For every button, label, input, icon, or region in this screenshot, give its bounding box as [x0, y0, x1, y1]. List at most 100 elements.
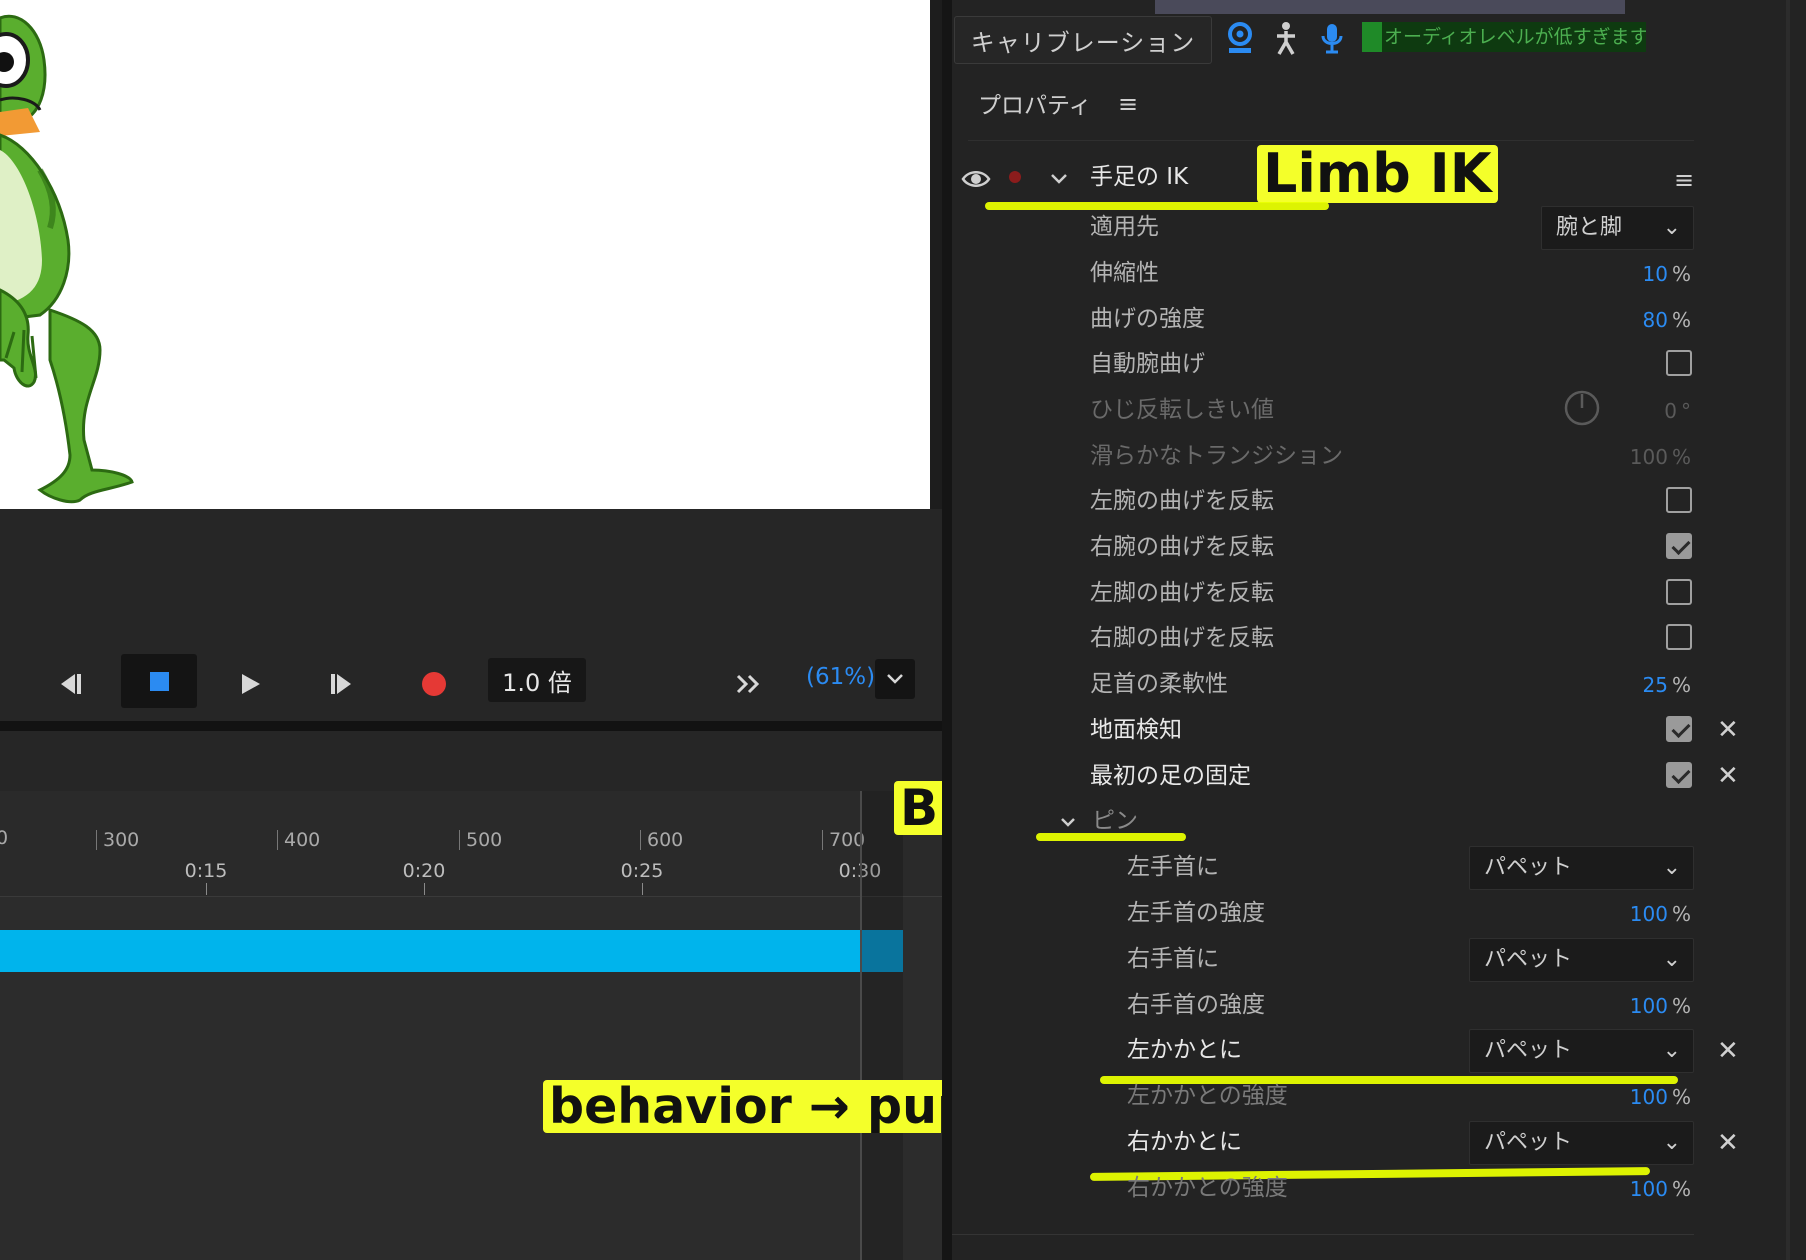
ground-detection-checkbox[interactable] [1666, 716, 1692, 742]
first-foot-lock-label: 最初の足の固定 [1090, 763, 1251, 789]
ground-detection-label: 地面検知 [1090, 717, 1182, 743]
webcam-icon [1228, 22, 1252, 53]
flip-right-leg-label: 右脚の曲げを反転 [1090, 625, 1274, 651]
time-tick [642, 883, 643, 895]
chevron-down-icon [887, 674, 903, 684]
body-tracking-toggle[interactable] [1268, 18, 1304, 58]
panel-splitter[interactable] [942, 0, 952, 1260]
ankle-flexibility-label: 足首の柔軟性 [1090, 671, 1228, 697]
left-wrist-strength-value[interactable]: 100% [1630, 900, 1691, 928]
time-label: 0:20 [402, 860, 446, 882]
elbow-flip-threshold-label: ひじ反転しきい値 [1090, 397, 1274, 423]
panel-scrollbar[interactable] [1786, 0, 1790, 1260]
behavior-title: 手足の IK [1090, 164, 1189, 190]
chevron-down-icon: ⌄ [1662, 215, 1681, 240]
annotation-limb-ik: Limb IK [1257, 145, 1498, 203]
microphone-toggle[interactable] [1314, 18, 1350, 58]
time-tick [424, 883, 425, 895]
elbow-flip-dial[interactable] [1564, 390, 1600, 426]
audio-level-warning: オーディオレベルが低すぎます [1362, 22, 1646, 52]
scene-canvas[interactable] [0, 0, 930, 509]
flip-left-leg-label: 左脚の曲げを反転 [1090, 580, 1274, 606]
elbow-flip-value[interactable]: 0 ° [1664, 397, 1691, 425]
left-heel-strength-value[interactable]: 100% [1630, 1083, 1691, 1111]
stop-icon [149, 671, 169, 691]
collapse-behavior-toggle[interactable] [1044, 166, 1074, 192]
smooth-transition-label: 滑らかなトランジション [1090, 443, 1343, 469]
panel-divider[interactable] [0, 721, 942, 731]
webcam-toggle[interactable] [1222, 18, 1258, 58]
smooth-transition-value[interactable]: 100% [1630, 443, 1691, 471]
left-heel-label: 左かかとに [1127, 1037, 1242, 1063]
reset-icon[interactable]: ✕ [1717, 762, 1739, 790]
right-wrist-strength-value[interactable]: 100% [1630, 992, 1691, 1020]
left-heel-dropdown[interactable]: パペット ⌄ [1469, 1029, 1694, 1073]
clip-bar[interactable] [0, 930, 861, 972]
stretchiness-value[interactable]: 10% [1643, 260, 1691, 288]
step-back-button[interactable] [50, 664, 90, 704]
right-heel-strength-label: 右かかとの強度 [1127, 1175, 1288, 1201]
reset-icon[interactable]: ✕ [1717, 716, 1739, 744]
auto-bend-label: 自動腕曲げ [1090, 351, 1205, 377]
flip-left-arm-checkbox[interactable] [1666, 487, 1692, 513]
play-button[interactable] [230, 664, 270, 704]
frame-label: 400 [277, 830, 320, 850]
auto-bend-checkbox[interactable] [1666, 350, 1692, 376]
panel-menu-icon[interactable]: ≡ [1118, 90, 1138, 118]
flip-right-leg-checkbox[interactable] [1666, 624, 1692, 650]
track-divider [0, 896, 942, 897]
step-forward-button[interactable] [322, 664, 362, 704]
flip-right-arm-checkbox[interactable] [1666, 533, 1692, 559]
reset-icon[interactable]: ✕ [1717, 1129, 1739, 1157]
record-icon [422, 672, 446, 696]
panel-title: プロパティ [978, 93, 1092, 119]
right-heel-label: 右かかとに [1127, 1129, 1242, 1155]
zoom-level: (61%) [806, 664, 876, 690]
right-heel-dropdown[interactable]: パペット ⌄ [1469, 1121, 1694, 1165]
dial-icon [1564, 390, 1600, 426]
end-marker-line[interactable] [860, 791, 862, 1260]
behavior-menu-icon[interactable]: ≡ [1674, 166, 1694, 194]
time-label: 0:25 [620, 860, 664, 882]
applies-to-dropdown[interactable]: 腕と脚 ⌄ [1541, 206, 1694, 250]
eye-icon [961, 171, 991, 187]
record-button[interactable] [414, 664, 454, 704]
left-wrist-dropdown[interactable]: パペット ⌄ [1469, 846, 1694, 890]
step-back-icon [61, 674, 81, 694]
visibility-toggle[interactable] [958, 164, 994, 194]
bend-strength-value[interactable]: 80% [1643, 306, 1691, 334]
left-heel-strength-label: 左かかとの強度 [1127, 1083, 1288, 1109]
stop-button[interactable] [121, 654, 197, 708]
collapse-pins-toggle[interactable] [1055, 810, 1081, 834]
frog-puppet [0, 14, 134, 504]
right-heel-strength-value[interactable]: 100% [1630, 1175, 1691, 1203]
timeline-header [0, 731, 942, 791]
panel-title-divider [968, 140, 1694, 141]
right-wrist-strength-label: 右手首の強度 [1127, 992, 1265, 1018]
reset-icon[interactable]: ✕ [1717, 1037, 1739, 1065]
camera-preview-strip [1155, 0, 1625, 14]
ankle-flexibility-value[interactable]: 25% [1643, 671, 1691, 699]
timeline-end-region [861, 791, 903, 1260]
zoom-dropdown[interactable] [875, 659, 915, 699]
time-tick [206, 883, 207, 895]
person-icon [1277, 22, 1295, 55]
time-label: 0:15 [184, 860, 228, 882]
chevron-down-icon [1061, 818, 1075, 827]
calibrate-button[interactable]: キャリブレーション [954, 16, 1212, 64]
frame-label: 300 [96, 830, 139, 850]
step-forward-icon [331, 674, 351, 694]
chevron-down-icon: ⌄ [1662, 855, 1681, 880]
left-wrist-strength-label: 左手首の強度 [1127, 900, 1265, 926]
playback-speed[interactable]: 1.0 倍 [488, 658, 586, 702]
play-icon [242, 674, 260, 694]
first-foot-lock-checkbox[interactable] [1666, 762, 1692, 788]
chevron-down-icon [1051, 174, 1067, 184]
right-wrist-dropdown[interactable]: パペット ⌄ [1469, 938, 1694, 982]
double-chevron-right-icon [736, 674, 760, 694]
more-controls-button[interactable] [728, 664, 768, 704]
flip-left-leg-checkbox[interactable] [1666, 579, 1692, 605]
left-wrist-label: 左手首に [1127, 854, 1219, 880]
record-arm-dot[interactable] [1009, 171, 1021, 183]
panel-bottom-divider [952, 1234, 1694, 1235]
